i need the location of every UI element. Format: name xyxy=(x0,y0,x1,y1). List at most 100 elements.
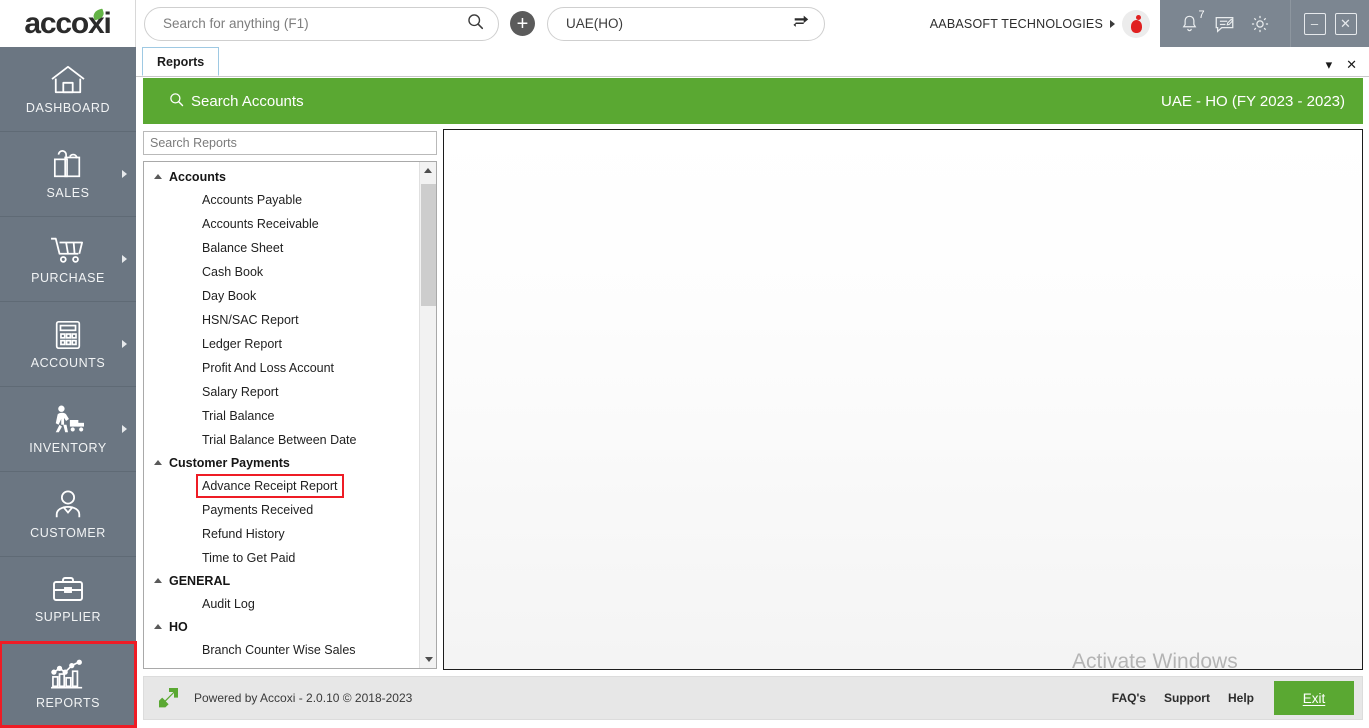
report-item-label: HSN/SAC Report xyxy=(202,313,299,327)
report-item-label: Refund History xyxy=(202,527,285,541)
tree-group-customer-payments[interactable]: Customer Payments xyxy=(144,452,419,474)
tree-group-general[interactable]: GENERAL xyxy=(144,570,419,592)
report-item-label: Profit And Loss Account xyxy=(202,361,335,375)
report-item-audit-log[interactable]: Audit Log xyxy=(144,592,419,616)
search-icon xyxy=(169,92,184,111)
chevron-right-icon xyxy=(122,425,127,433)
minimize-button[interactable]: – xyxy=(1303,12,1326,35)
header-icon-tray: 7 xyxy=(1160,0,1290,47)
reports-tree: Accounts Accounts Payable Accounts Recei… xyxy=(143,161,437,669)
report-item-label: Time to Get Paid xyxy=(202,551,296,565)
search-input[interactable] xyxy=(163,16,467,31)
calculator-icon xyxy=(53,319,83,351)
left-navigation: DASHBOARD SALES PURCHASE ACCOUNTS INVENT… xyxy=(0,47,137,728)
chevron-right-icon xyxy=(122,340,127,348)
branch-selector[interactable]: UAE(HO) xyxy=(547,6,825,41)
report-item-accounts-payable[interactable]: Accounts Payable xyxy=(144,188,419,212)
reports-tree-scrollbar[interactable] xyxy=(419,162,436,668)
chevron-right-icon xyxy=(1110,19,1115,28)
report-item-payments-received[interactable]: Payments Received xyxy=(144,498,419,522)
report-item-accounts-receivable[interactable]: Accounts Receivable xyxy=(144,212,419,236)
notifications-button[interactable]: 7 xyxy=(1179,9,1205,35)
sidebar-item-accounts[interactable]: ACCOUNTS xyxy=(0,302,136,387)
powered-by-label: Powered by Accoxi - 2.0.10 © 2018-2023 xyxy=(194,691,413,705)
report-item-advance-receipt-report[interactable]: Advance Receipt Report xyxy=(144,474,419,498)
close-button[interactable]: ✕ xyxy=(1334,12,1357,35)
report-item-label: Trial Balance xyxy=(202,409,275,423)
report-item-day-book[interactable]: Day Book xyxy=(144,284,419,308)
sidebar-item-sales[interactable]: SALES xyxy=(0,132,136,217)
page-title-text: Search Accounts xyxy=(191,92,304,110)
sidebar-item-reports[interactable]: REPORTS xyxy=(0,641,137,728)
sidebar-item-label: SALES xyxy=(46,185,90,200)
report-item-time-to-get-paid[interactable]: Time to Get Paid xyxy=(144,546,419,570)
page-title: Search Accounts xyxy=(169,92,304,111)
search-icon[interactable] xyxy=(467,13,484,35)
reports-panel: Accounts Accounts Payable Accounts Recei… xyxy=(143,131,437,669)
shopping-bag-icon xyxy=(51,149,85,181)
report-item-ledger-report[interactable]: Ledger Report xyxy=(144,332,419,356)
company-name: AABASOFT TECHNOLOGIES xyxy=(929,16,1103,31)
tree-group-label: Accounts xyxy=(169,170,226,184)
sidebar-item-label: CUSTOMER xyxy=(30,525,106,540)
report-item-trial-balance[interactable]: Trial Balance xyxy=(144,404,419,428)
notification-count-badge: 7 xyxy=(1198,8,1205,21)
gear-icon[interactable] xyxy=(1249,13,1271,35)
accoxi-mark-icon xyxy=(154,683,184,713)
report-item-salary-report[interactable]: Salary Report xyxy=(144,380,419,404)
sidebar-item-label: REPORTS xyxy=(35,695,101,710)
person-icon xyxy=(52,489,84,521)
window-controls: – ✕ xyxy=(1290,0,1369,47)
chevron-up-icon xyxy=(154,624,162,629)
top-header-bar: accoxi + UAE(HO) AABASOFT xyxy=(0,0,1369,47)
sidebar-item-inventory[interactable]: INVENTORY xyxy=(0,387,136,472)
report-item-profit-and-loss-account[interactable]: Profit And Loss Account xyxy=(144,356,419,380)
report-item-cash-book[interactable]: Cash Book xyxy=(144,260,419,284)
fiscal-year-label: UAE - HO (FY 2023 - 2023) xyxy=(1161,92,1345,110)
tab-reports[interactable]: Reports xyxy=(142,47,220,76)
message-icon[interactable] xyxy=(1213,13,1236,35)
shopping-cart-icon xyxy=(49,234,87,266)
sidebar-item-label: ACCOUNTS xyxy=(30,355,106,370)
report-item-label: Ledger Report xyxy=(202,337,282,351)
support-link[interactable]: Support xyxy=(1164,691,1210,705)
tree-group-label: GENERAL xyxy=(169,574,231,588)
scrollbar-thumb[interactable] xyxy=(421,184,436,306)
report-item-label: Day Book xyxy=(202,289,257,303)
search-reports-input[interactable] xyxy=(143,131,437,155)
chevron-down-icon[interactable]: ▾ xyxy=(1326,58,1333,71)
report-item-label: Audit Log xyxy=(202,597,255,611)
tree-group-accounts[interactable]: Accounts xyxy=(144,166,419,188)
report-item-hsn-sac-report[interactable]: HSN/SAC Report xyxy=(144,308,419,332)
report-item-balance-sheet[interactable]: Balance Sheet xyxy=(144,236,419,260)
exit-button[interactable]: Exit xyxy=(1274,681,1354,715)
sidebar-item-purchase[interactable]: PURCHASE xyxy=(0,217,136,302)
application-window: accoxi + UAE(HO) AABASOFT xyxy=(0,0,1369,728)
report-item-branch-counter-wise-sales[interactable]: Branch Counter Wise Sales xyxy=(144,638,419,662)
sidebar-item-dashboard[interactable]: DASHBOARD xyxy=(0,47,136,132)
tab-tools: ▾ ✕ xyxy=(1326,58,1369,76)
app-logo: accoxi xyxy=(0,0,136,47)
plus-icon: + xyxy=(516,12,529,35)
company-menu[interactable]: AABASOFT TECHNOLOGIES xyxy=(929,9,1160,38)
scroll-up-button[interactable] xyxy=(420,162,436,179)
chevron-up-icon xyxy=(154,578,162,583)
bar-chart-icon xyxy=(50,659,86,691)
faqs-link[interactable]: FAQ's xyxy=(1112,691,1146,705)
report-item-refund-history[interactable]: Refund History xyxy=(144,522,419,546)
report-item-trial-balance-between-date[interactable]: Trial Balance Between Date xyxy=(144,428,419,452)
scroll-down-button[interactable] xyxy=(420,651,436,668)
switch-branch-icon[interactable] xyxy=(792,12,810,35)
tree-group-label: HO xyxy=(169,620,188,634)
chevron-up-icon xyxy=(154,460,162,465)
close-tab-icon[interactable]: ✕ xyxy=(1346,58,1357,71)
add-new-button[interactable]: + xyxy=(510,11,535,36)
global-search[interactable] xyxy=(144,6,499,41)
report-item-label: Payments Received xyxy=(202,503,314,517)
sidebar-item-customer[interactable]: CUSTOMER xyxy=(0,472,136,557)
avatar[interactable] xyxy=(1122,9,1150,38)
help-link[interactable]: Help xyxy=(1228,691,1254,705)
report-item-label: Salary Report xyxy=(202,385,279,399)
tree-group-ho[interactable]: HO xyxy=(144,616,419,638)
sidebar-item-supplier[interactable]: SUPPLIER xyxy=(0,557,136,642)
